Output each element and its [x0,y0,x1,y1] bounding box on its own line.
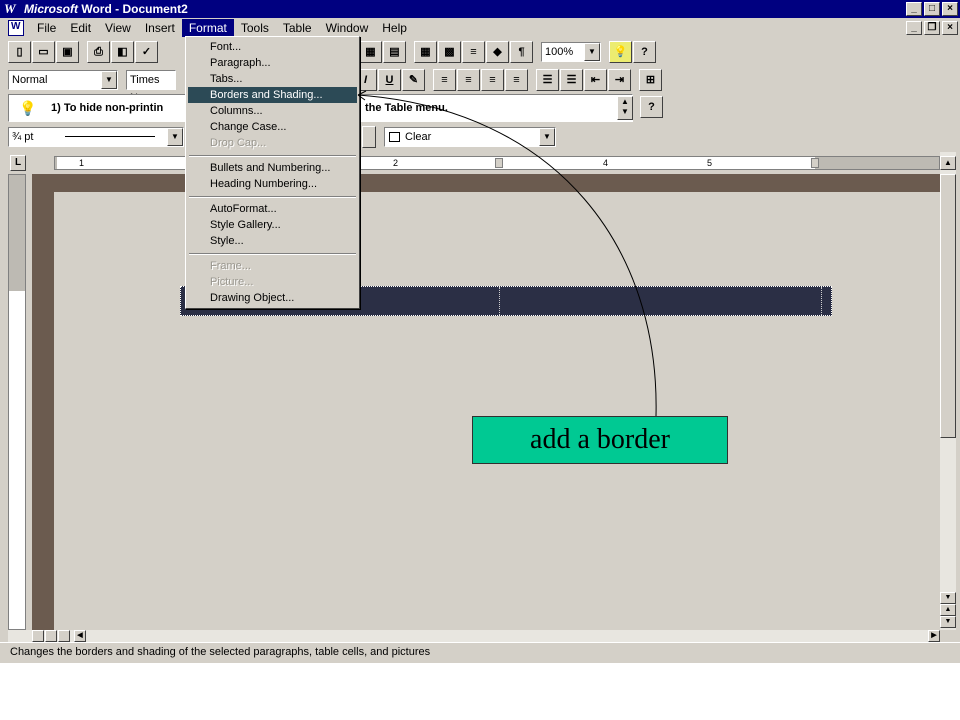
word-window: W Microsoft Word - Document2 _ □ × File … [0,0,960,663]
callout-box: add a border [472,416,728,464]
annotation-arrow [357,90,657,417]
callout-text: add a border [530,424,670,455]
